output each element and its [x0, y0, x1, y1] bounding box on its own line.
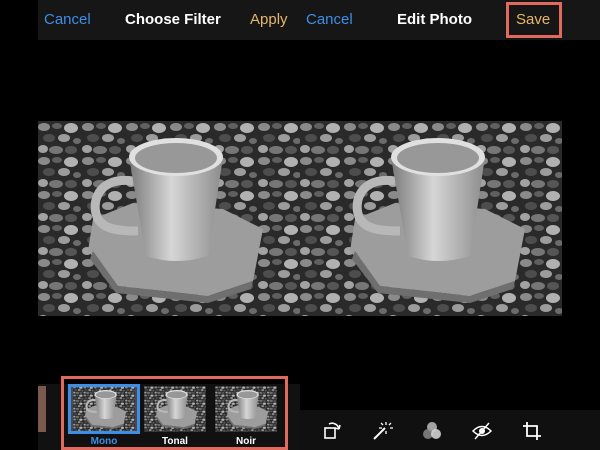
edit-title: Edit Photo — [397, 11, 472, 28]
save-highlight-box — [506, 2, 562, 38]
magic-wand-icon[interactable] — [371, 420, 393, 442]
rotate-icon[interactable] — [321, 420, 343, 442]
edit-toolbar — [300, 410, 600, 450]
cup-photo — [38, 121, 300, 316]
filters-highlight-box — [61, 376, 288, 450]
choose-filter-screen: Cancel Choose Filter Apply e Mono Tonal … — [0, 0, 300, 450]
filter-cancel-button[interactable]: Cancel — [44, 11, 91, 28]
edit-cancel-button[interactable]: Cancel — [306, 11, 353, 28]
filter-thumb-image — [38, 386, 46, 432]
edit-photo-screen: Cancel Edit Photo Save — [300, 0, 600, 450]
cup-photo — [300, 121, 562, 316]
filter-thumb-previous[interactable] — [38, 386, 46, 432]
filters-icon[interactable] — [421, 420, 443, 442]
previous-screen-edge — [0, 0, 38, 450]
filter-navbar: Cancel Choose Filter Apply — [38, 0, 300, 40]
edit-preview-photo — [300, 121, 562, 316]
filter-preview-photo — [38, 121, 300, 316]
filter-title: Choose Filter — [125, 11, 221, 28]
apply-button[interactable]: Apply — [250, 11, 288, 28]
crop-icon[interactable] — [521, 420, 543, 442]
red-eye-icon[interactable] — [471, 420, 493, 442]
